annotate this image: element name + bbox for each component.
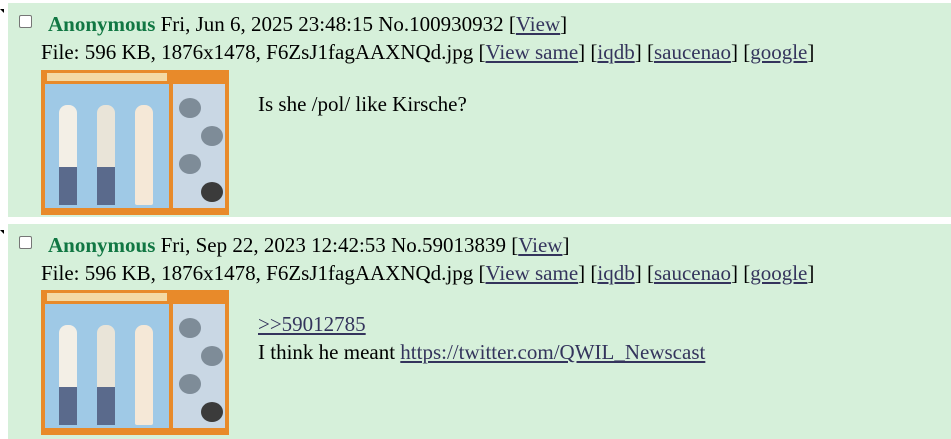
post-datetime: Fri, Jun 6, 2025 23:48:15 (160, 12, 373, 36)
post: Anonymous Fri, Sep 22, 2023 12:42:53 No.… (0, 224, 951, 439)
post-datetime: Fri, Sep 22, 2023 12:42:53 (160, 233, 386, 257)
message-text: I think he meant (258, 340, 401, 364)
side-arrow-icon (0, 9, 6, 15)
file-thumbnail[interactable] (41, 290, 229, 435)
post-message: Is she /pol/ like Kirsche? (258, 90, 467, 118)
saucenao-link[interactable]: saucenao (654, 40, 731, 64)
saucenao-link[interactable]: saucenao (654, 261, 731, 285)
post: Anonymous Fri, Jun 6, 2025 23:48:15 No.1… (0, 3, 951, 217)
google-link[interactable]: google (750, 261, 807, 285)
file-info: File: 596 KB, 1876x1478, F6ZsJ1fagAAXNQd… (41, 40, 815, 64)
poster-name: Anonymous (48, 233, 156, 257)
view-link[interactable]: View (516, 12, 560, 36)
file-details: File: 596 KB, 1876x1478, F6ZsJ1fagAAXNQd… (41, 261, 474, 285)
message-text: Is she /pol/ like Kirsche? (258, 92, 467, 116)
poster-name: Anonymous (48, 12, 156, 36)
view-same-link[interactable]: View same (486, 261, 579, 285)
file-details: File: 596 KB, 1876x1478, F6ZsJ1fagAAXNQd… (41, 40, 474, 64)
post-select-checkbox[interactable] (19, 236, 32, 249)
side-arrow-icon (0, 230, 6, 236)
view-same-link[interactable]: View same (486, 40, 579, 64)
iqdb-link[interactable]: iqdb (597, 261, 634, 285)
iqdb-link[interactable]: iqdb (597, 40, 634, 64)
post-number[interactable]: No.59013839 (391, 233, 506, 257)
quote-link[interactable]: >>59012785 (258, 312, 366, 336)
file-info: File: 596 KB, 1876x1478, F6ZsJ1fagAAXNQd… (41, 261, 815, 285)
google-link[interactable]: google (750, 40, 807, 64)
post-number[interactable]: No.100930932 (378, 12, 503, 36)
post-info: Anonymous Fri, Jun 6, 2025 23:48:15 No.1… (48, 12, 568, 36)
view-link[interactable]: View (518, 233, 562, 257)
search-results: Anonymous Fri, Jun 6, 2025 23:48:15 No.1… (0, 0, 951, 439)
post-message: >>59012785 I think he meant https://twit… (258, 310, 705, 366)
file-thumbnail[interactable] (41, 70, 229, 215)
url-link[interactable]: https://twitter.com/QWIL_Newscast (400, 340, 705, 364)
post-select-checkbox[interactable] (19, 15, 32, 28)
post-info: Anonymous Fri, Sep 22, 2023 12:42:53 No.… (48, 233, 570, 257)
